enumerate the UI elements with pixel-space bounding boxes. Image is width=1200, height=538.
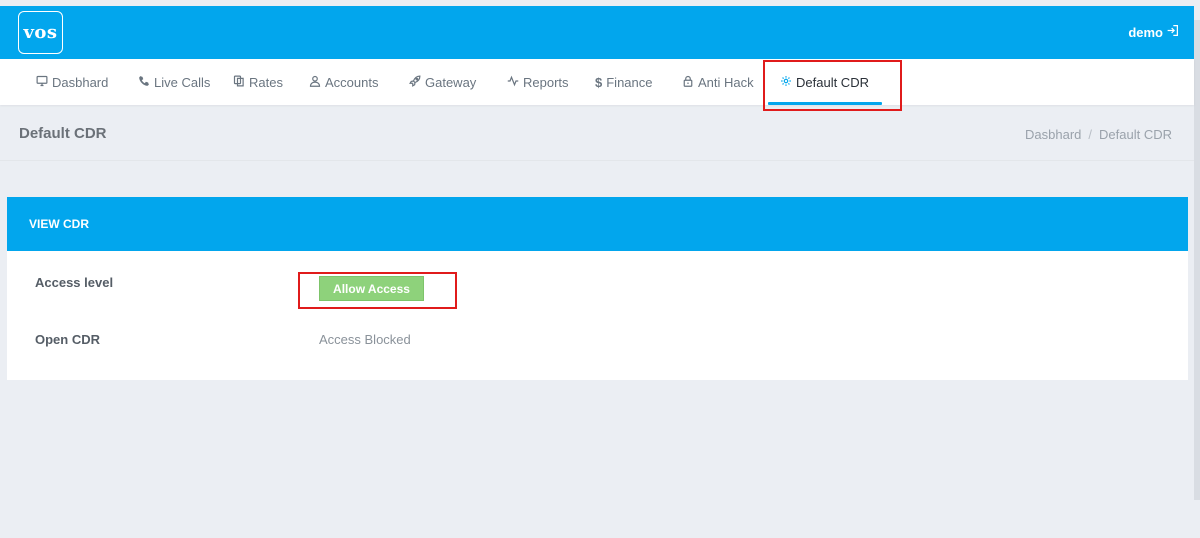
nav-item-label: Rates	[249, 74, 283, 90]
top-bar: vos demo	[0, 6, 1194, 59]
lock-icon	[682, 75, 694, 90]
phone-icon	[138, 75, 150, 90]
breadcrumb: Dasbhard / Default CDR	[1025, 127, 1172, 142]
nav-item-rates[interactable]: Rates	[233, 59, 283, 105]
card-header: VIEW CDR	[7, 197, 1188, 251]
nav-item-label: Gateway	[425, 74, 477, 90]
nav-item-gateway[interactable]: Gateway	[409, 59, 476, 105]
page-header: Default CDR Dasbhard / Default CDR	[0, 105, 1194, 161]
open-cdr-label: Open CDR	[35, 332, 100, 347]
user-menu[interactable]: demo	[1128, 24, 1179, 40]
nav-item-dashboard[interactable]: Dasbhard	[36, 59, 108, 105]
breadcrumb-home-link[interactable]: Dasbhard	[1025, 127, 1081, 142]
card-body: Access level Allow Access Open CDR Acces…	[7, 251, 1188, 380]
monitor-icon	[36, 75, 48, 90]
nav-item-live-calls[interactable]: Live Calls	[138, 59, 210, 105]
highlight-box-nav	[763, 60, 902, 111]
nav-item-accounts[interactable]: Accounts	[309, 59, 378, 105]
nav-item-finance[interactable]: $ Finance	[595, 59, 652, 105]
nav-item-label: Live Calls	[154, 74, 211, 90]
highlight-box-button	[298, 272, 457, 309]
page-scrollbar[interactable]	[1194, 20, 1200, 500]
nav-item-label: Reports	[523, 74, 569, 90]
user-name: demo	[1128, 24, 1163, 40]
nav-item-reports[interactable]: Reports	[507, 59, 569, 105]
brand-logo[interactable]: vos	[18, 11, 63, 54]
page-title: Default CDR	[19, 125, 107, 142]
card-title: VIEW CDR	[29, 217, 89, 231]
copy-icon	[233, 75, 245, 90]
main-nav: Dasbhard Live Calls Rates Accounts Gatew…	[0, 59, 1194, 105]
activity-icon	[507, 75, 519, 90]
logout-icon[interactable]	[1166, 24, 1179, 40]
open-cdr-status: Access Blocked	[319, 332, 411, 347]
access-level-label: Access level	[35, 275, 114, 290]
user-icon	[309, 75, 321, 90]
breadcrumb-separator: /	[1088, 127, 1093, 142]
nav-item-label: Accounts	[325, 74, 379, 90]
nav-item-anti-hack[interactable]: Anti Hack	[682, 59, 754, 105]
nav-item-label: Dasbhard	[52, 74, 109, 90]
rocket-icon	[409, 75, 421, 90]
breadcrumb-current: Default CDR	[1099, 127, 1172, 142]
nav-item-label: Finance	[606, 74, 653, 90]
dollar-icon: $	[595, 74, 603, 90]
nav-item-label: Anti Hack	[698, 74, 754, 90]
